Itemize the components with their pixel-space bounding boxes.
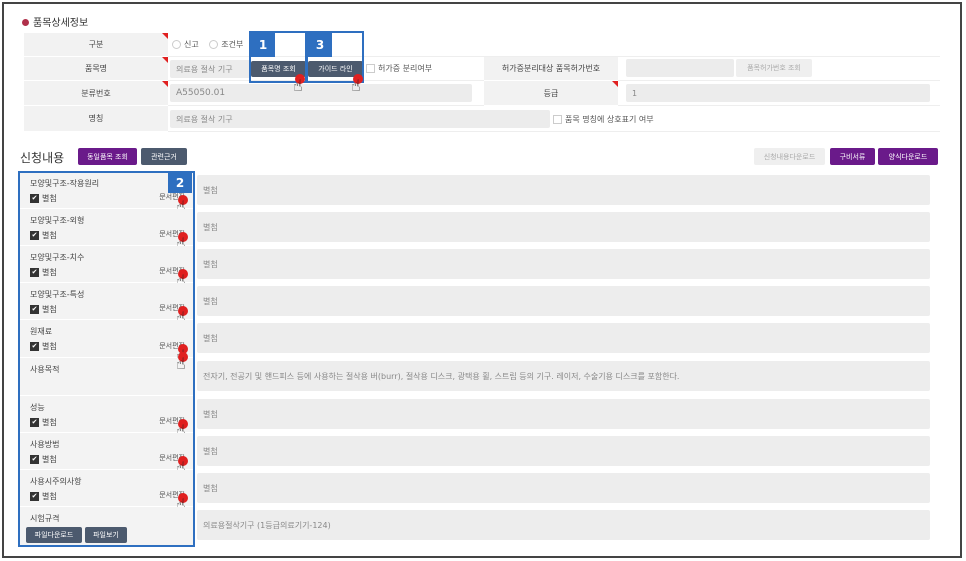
trade-name-checkbox[interactable]: 품목 명칭에 상호표기 여부	[553, 114, 654, 125]
permit-no-input[interactable]	[626, 59, 734, 77]
hand-cursor-icon: ☝	[350, 74, 366, 96]
download-content-button[interactable]: 신청내용다운로드	[754, 148, 825, 165]
section-value-field[interactable]: 별첨	[197, 323, 930, 353]
label-gubun: 구분	[24, 33, 168, 57]
section-value-field[interactable]: 별첨	[197, 286, 930, 316]
section-title: 품목상세정보	[22, 14, 88, 29]
item-name-input[interactable]: 의료용 절삭 기구	[170, 60, 250, 78]
section-title-text: 품목상세정보	[33, 18, 89, 29]
label-class-no: 분류번호	[24, 81, 168, 106]
section-value-field[interactable]: 별첨	[197, 175, 930, 205]
section-value-field[interactable]: 의료용절삭기구 (1등급의료기기-124)	[197, 510, 930, 540]
label-permit-no: 허가증분리대상 품목허가번호	[484, 57, 618, 81]
section-value-field[interactable]: 별첨	[197, 399, 930, 429]
radio-singo[interactable]: 신고	[172, 40, 199, 49]
hand-cursor-icon: ☝	[292, 74, 308, 96]
annotation-badge-1: 1	[251, 33, 275, 57]
name-input[interactable]: 의료용 절삭 기구	[170, 110, 550, 128]
form-download-button[interactable]: 양식다운로드	[878, 148, 938, 165]
permit-no-lookup-button[interactable]: 품목허가번호 조회	[736, 59, 812, 77]
section-value-field[interactable]: 별첨	[197, 249, 930, 279]
section-value-field[interactable]: 별첨	[197, 212, 930, 242]
grade-input[interactable]: 1	[626, 84, 930, 102]
annotation-badge-3: 3	[308, 33, 332, 57]
radio-conditional[interactable]: 조건부	[209, 40, 243, 49]
section-value-field[interactable]: 별첨	[197, 473, 930, 503]
radio-group: 신고 조건부	[172, 39, 243, 50]
section-value-field[interactable]: 전자기, 전공기 및 핸드피스 등에 사용하는 절삭용 버(burr), 절삭용…	[197, 361, 930, 391]
label-name: 명칭	[24, 106, 168, 132]
related-basis-button[interactable]: 관련근거	[141, 148, 187, 165]
class-no-input[interactable]: A55050.01	[170, 84, 472, 102]
separate-permit-checkbox[interactable]: 허가증 분리여부	[366, 63, 432, 74]
bullet-icon	[22, 19, 29, 26]
same-item-lookup-button[interactable]: 동일품목 조회	[78, 148, 137, 165]
annotation-badge-2: 2	[168, 173, 192, 193]
label-item-name: 품목명	[24, 57, 168, 81]
application-title: 신청내용	[20, 151, 65, 165]
required-documents-button[interactable]: 구비서류	[830, 148, 875, 165]
label-grade: 등급	[484, 81, 618, 106]
section-value-field[interactable]: 별첨	[197, 436, 930, 466]
annotation-box-2	[18, 171, 195, 547]
